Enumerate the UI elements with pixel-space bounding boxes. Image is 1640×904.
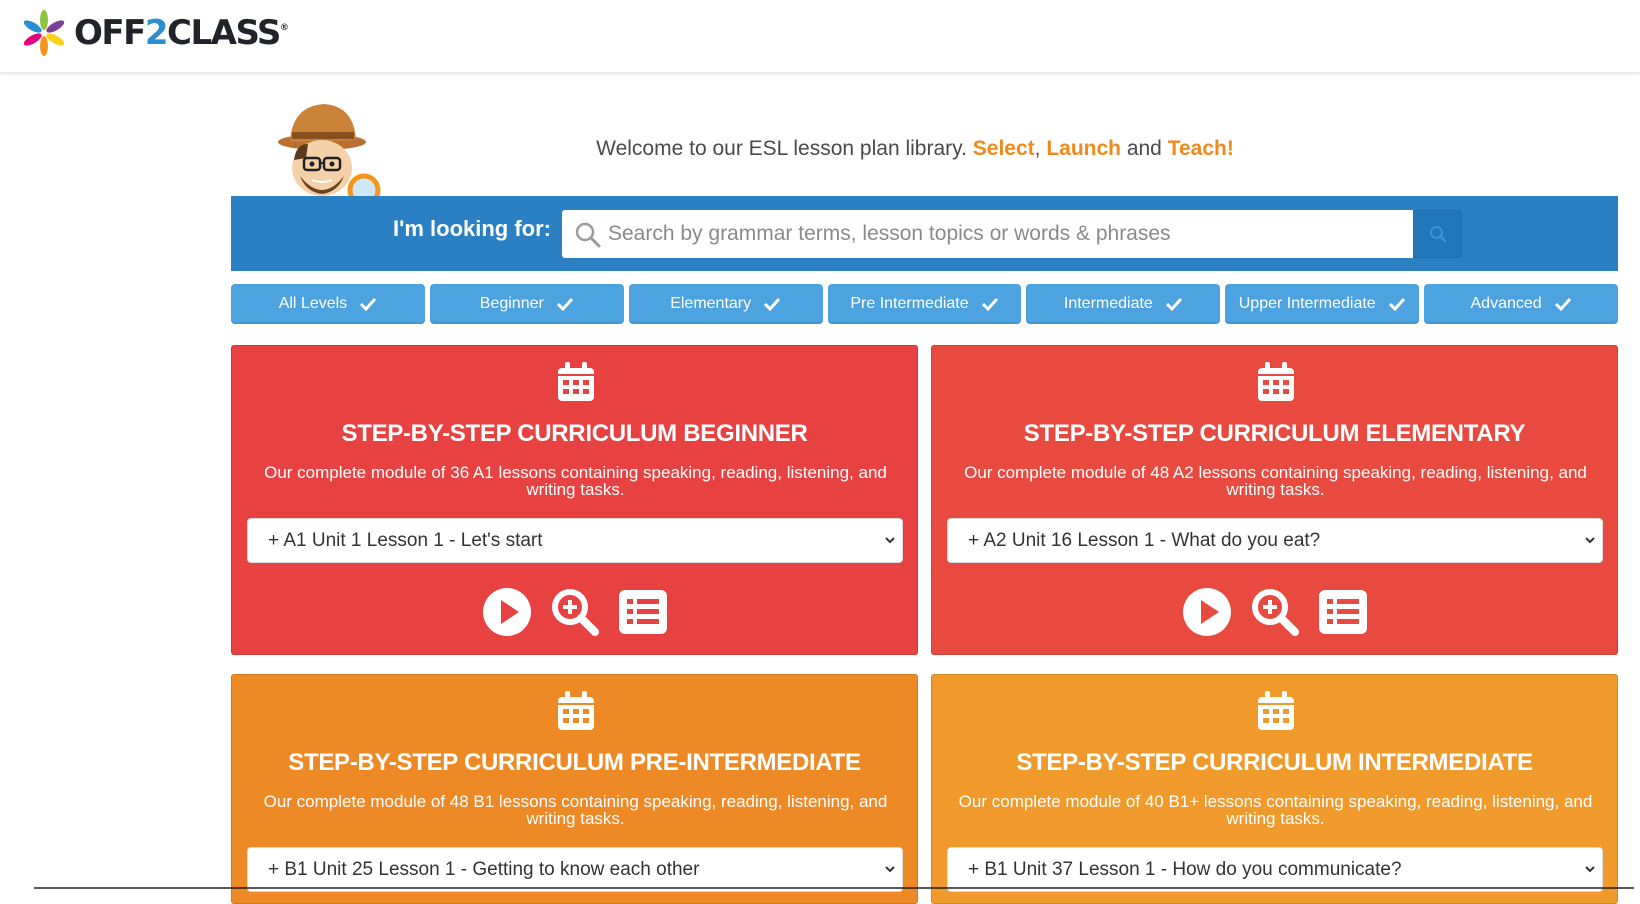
brand-logo[interactable]: OFF2CLASS® — [18, 8, 289, 58]
card-title: STEP-BY-STEP CURRICULUM BEGINNER — [341, 420, 808, 447]
search-bar: I'm looking for: — [231, 196, 1618, 271]
calendar-icon — [1258, 362, 1294, 401]
check-icon — [360, 297, 377, 311]
chevron-down-icon — [1585, 537, 1595, 544]
list-icon[interactable] — [1317, 586, 1369, 638]
welcome-teach: Teach! — [1167, 137, 1234, 160]
level-all-button[interactable]: All Levels — [231, 284, 425, 324]
play-icon[interactable] — [1181, 586, 1233, 638]
calendar-icon — [558, 691, 594, 730]
lesson-select[interactable]: + B1 Unit 37 Lesson 1 - How do you commu… — [947, 847, 1603, 892]
level-filter-bar: All Levels Beginner Elementary Pre Inter… — [231, 284, 1619, 324]
chevron-down-icon — [885, 537, 895, 544]
level-intermediate-button[interactable]: Intermediate — [1026, 284, 1221, 324]
card-title: STEP-BY-STEP CURRICULUM PRE-INTERMEDIATE — [288, 749, 861, 776]
chevron-down-icon — [885, 866, 895, 873]
lesson-select[interactable]: + A1 Unit 1 Lesson 1 - Let's start — [247, 518, 903, 563]
card-actions — [932, 586, 1617, 638]
lesson-select[interactable]: + A2 Unit 16 Lesson 1 - What do you eat? — [947, 518, 1603, 563]
check-icon — [981, 297, 998, 311]
check-icon — [1388, 297, 1405, 311]
lesson-select[interactable]: + B1 Unit 25 Lesson 1 - Getting to know … — [247, 847, 903, 892]
top-navbar: OFF2CLASS® — [0, 0, 1640, 72]
card-description: Our complete module of 48 A2 lessons con… — [964, 463, 1587, 499]
search-label: I'm looking for: — [393, 216, 551, 241]
brand-name: OFF2CLASS® — [74, 13, 289, 53]
check-icon — [556, 297, 573, 311]
search-icon — [575, 222, 601, 248]
curriculum-card-intermediate: STEP-BY-STEP CURRICULUM INTERMEDIATE Our… — [931, 674, 1618, 904]
card-actions — [232, 586, 917, 638]
chevron-down-icon — [1585, 866, 1595, 873]
search-button[interactable] — [1413, 210, 1462, 258]
curriculum-card-elementary: STEP-BY-STEP CURRICULUM ELEMENTARY Our c… — [931, 345, 1618, 655]
card-description: Our complete module of 48 B1 lessons con… — [263, 792, 888, 828]
play-icon[interactable] — [481, 586, 533, 638]
search-field[interactable] — [562, 210, 1413, 258]
search-icon — [1429, 226, 1446, 243]
search-input[interactable] — [608, 210, 1398, 258]
curriculum-card-beginner: STEP-BY-STEP CURRICULUM BEGINNER Our com… — [231, 345, 918, 655]
welcome-launch: Launch — [1046, 137, 1121, 160]
check-icon — [1165, 297, 1182, 311]
level-upper-intermediate-button[interactable]: Upper Intermediate — [1225, 284, 1420, 324]
level-beginner-button[interactable]: Beginner — [429, 284, 624, 324]
card-title: STEP-BY-STEP CURRICULUM ELEMENTARY — [1023, 420, 1526, 447]
level-elementary-button[interactable]: Elementary — [628, 284, 823, 324]
level-advanced-button[interactable]: Advanced — [1424, 284, 1619, 324]
welcome-message: Welcome to our ESL lesson plan library. … — [596, 137, 1234, 160]
check-icon — [1554, 297, 1571, 311]
calendar-icon — [558, 362, 594, 401]
zoom-in-icon[interactable] — [549, 586, 601, 638]
check-icon — [764, 297, 781, 311]
flower-logo-icon — [23, 10, 65, 56]
welcome-select: Select — [972, 137, 1035, 160]
zoom-in-icon[interactable] — [1249, 586, 1301, 638]
card-description: Our complete module of 40 B1+ lessons co… — [958, 792, 1593, 828]
card-description: Our complete module of 36 A1 lessons con… — [264, 463, 887, 499]
calendar-icon — [1258, 691, 1294, 730]
card-title: STEP-BY-STEP CURRICULUM INTERMEDIATE — [1016, 749, 1533, 776]
level-pre-intermediate-button[interactable]: Pre Intermediate — [827, 284, 1022, 324]
list-icon[interactable] — [617, 586, 669, 638]
curriculum-card-pre-intermediate: STEP-BY-STEP CURRICULUM PRE-INTERMEDIATE… — [231, 674, 918, 904]
